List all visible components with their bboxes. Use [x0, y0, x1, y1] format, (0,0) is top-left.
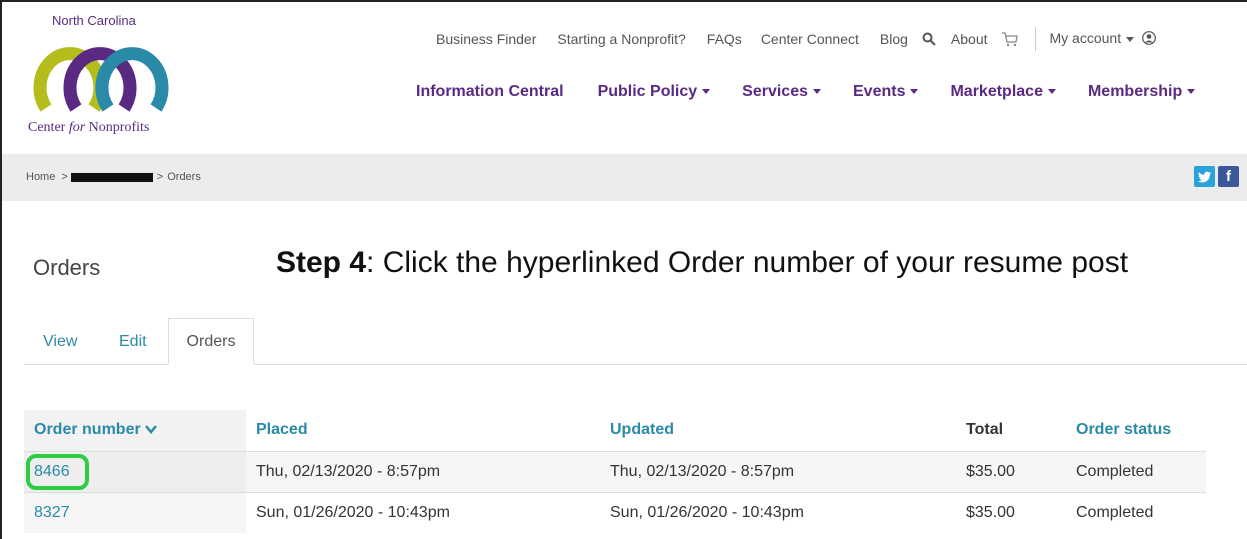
- col-placed[interactable]: Placed: [246, 410, 600, 451]
- twitter-icon[interactable]: [1194, 166, 1215, 187]
- cart-icon[interactable]: [1001, 31, 1019, 47]
- logo-rings-icon: [33, 47, 169, 112]
- breadcrumb-separator: >: [156, 171, 164, 183]
- utility-nav: Business Finder Starting a Nonprofit? FA…: [436, 27, 1156, 51]
- user-circle-icon: [1142, 30, 1156, 48]
- col-updated[interactable]: Updated: [600, 410, 956, 451]
- breadcrumb-bar: Home > > Orders f: [2, 154, 1247, 201]
- logo-bottom-text: Center for Nonprofits: [28, 120, 150, 135]
- nav-information-central[interactable]: Information Central: [416, 83, 564, 101]
- breadcrumb-separator: >: [61, 171, 68, 183]
- nav-events[interactable]: Events: [853, 83, 919, 101]
- status-cell: Completed: [1066, 450, 1206, 492]
- facebook-icon[interactable]: f: [1218, 166, 1239, 187]
- orders-table: Order number Placed Updated Total Order …: [24, 410, 1206, 533]
- table-header-row: Order number Placed Updated Total Order …: [24, 410, 1206, 451]
- order-number-link[interactable]: 8327: [34, 504, 70, 521]
- main-nav: Information Central Public Policy Servic…: [416, 83, 1196, 101]
- site-logo[interactable]: North Carolina Center for Nonprofits: [28, 10, 188, 140]
- total-cell: $35.00: [956, 491, 1066, 533]
- util-business-finder[interactable]: Business Finder: [436, 31, 536, 47]
- instruction-callout: Step 4: Click the hyperlinked Order numb…: [276, 246, 1129, 279]
- updated-cell: Thu, 02/13/2020 - 8:57pm: [600, 450, 956, 492]
- nav-marketplace[interactable]: Marketplace: [950, 83, 1056, 101]
- util-starting-nonprofit[interactable]: Starting a Nonprofit?: [557, 31, 685, 47]
- redacted-breadcrumb: [70, 172, 153, 182]
- my-account-menu[interactable]: My account: [1050, 30, 1156, 48]
- nav-services[interactable]: Services: [742, 83, 821, 101]
- chevron-down-icon: [813, 89, 821, 95]
- chevron-down-icon: [910, 89, 919, 95]
- breadcrumb: Home > > Orders: [26, 171, 201, 183]
- table-row: 8466 Thu, 02/13/2020 - 8:57pm Thu, 02/13…: [24, 450, 1206, 492]
- order-number-link[interactable]: 8466: [34, 463, 70, 480]
- placed-cell: Thu, 02/13/2020 - 8:57pm: [246, 450, 600, 492]
- col-order-number[interactable]: Order number: [24, 410, 246, 451]
- util-about[interactable]: About: [951, 31, 988, 47]
- util-faqs[interactable]: FAQs: [707, 31, 742, 47]
- table-row: 8327 Sun, 01/26/2020 - 10:43pm Sun, 01/2…: [24, 491, 1206, 533]
- updated-cell: Sun, 01/26/2020 - 10:43pm: [600, 491, 956, 533]
- page-title: Orders: [33, 255, 101, 280]
- util-divider: [1034, 27, 1036, 51]
- tab-edit[interactable]: Edit: [119, 333, 147, 351]
- status-cell: Completed: [1066, 491, 1206, 533]
- nav-membership[interactable]: Membership: [1088, 83, 1196, 101]
- logo-top-text: North Carolina: [52, 13, 136, 28]
- sort-chevron-icon: [144, 423, 157, 437]
- chevron-down-icon: [1126, 36, 1135, 42]
- col-order-status[interactable]: Order status: [1066, 410, 1206, 451]
- breadcrumb-home[interactable]: Home: [26, 171, 55, 183]
- breadcrumb-current: Orders: [167, 171, 201, 183]
- col-total: Total: [956, 410, 1066, 451]
- chevron-down-icon: [702, 89, 711, 95]
- util-center-connect[interactable]: Center Connect: [761, 31, 859, 47]
- util-blog[interactable]: Blog: [880, 31, 908, 47]
- chevron-down-icon: [1047, 89, 1056, 95]
- order-number-cell: 8327: [24, 491, 246, 533]
- total-cell: $35.00: [956, 450, 1066, 492]
- tab-view[interactable]: View: [43, 333, 77, 351]
- order-number-cell: 8466: [24, 450, 246, 492]
- tab-orders[interactable]: Orders: [168, 318, 254, 365]
- chevron-down-icon: [1187, 89, 1196, 95]
- placed-cell: Sun, 01/26/2020 - 10:43pm: [246, 491, 600, 533]
- nav-public-policy[interactable]: Public Policy: [598, 83, 711, 101]
- search-icon[interactable]: [922, 32, 936, 46]
